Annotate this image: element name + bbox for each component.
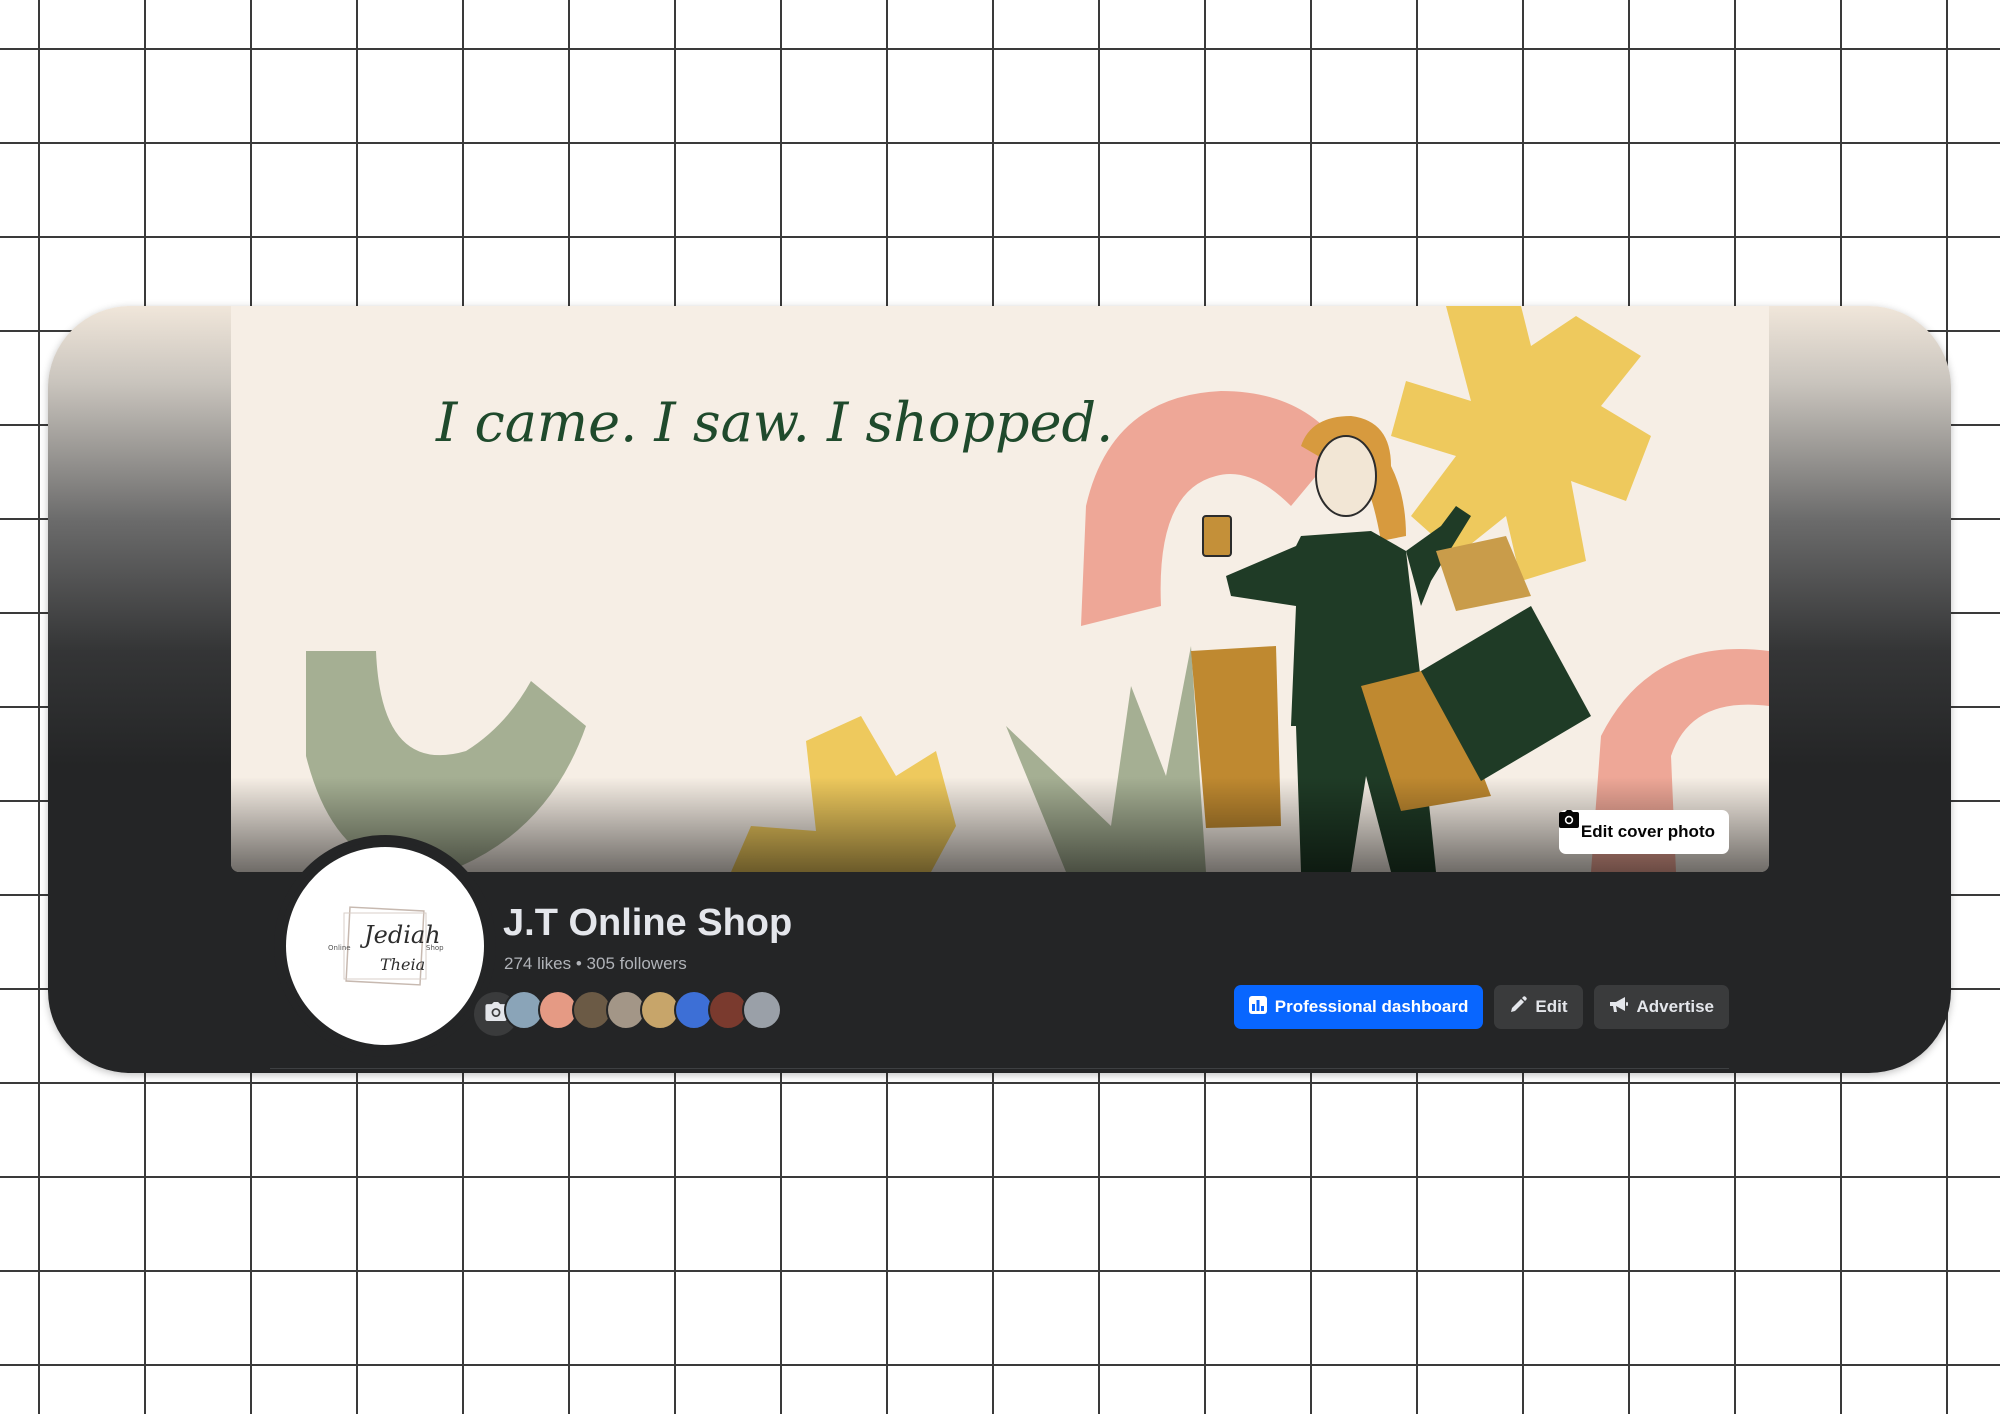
- likes-count[interactable]: 274 likes: [504, 954, 571, 973]
- logo-left-word: Online: [328, 944, 351, 952]
- profile-picture[interactable]: Jediah Theia Online Shop: [286, 847, 484, 1045]
- advertise-label: Advertise: [1636, 997, 1714, 1016]
- page-actions: Professional dashboard Edit Advertise: [1233, 985, 1729, 1029]
- chart-icon: [1248, 995, 1267, 1019]
- edit-label: Edit: [1535, 997, 1568, 1016]
- megaphone-icon: [1609, 996, 1629, 1019]
- edit-cover-photo-button[interactable]: Edit cover photo: [1558, 810, 1729, 854]
- page-stats: 274 likes • 305 followers: [504, 954, 687, 974]
- logo-right-word: Shop: [426, 944, 444, 952]
- pencil-icon: [1509, 995, 1528, 1019]
- professional-dashboard-button[interactable]: Professional dashboard: [1233, 985, 1484, 1029]
- header-divider: [270, 1068, 1729, 1069]
- page-header-card: I came. I saw. I shopped. Edit cover pho…: [48, 306, 1951, 1073]
- logo-script-2: Theia: [380, 955, 425, 974]
- follower-avatar[interactable]: [742, 990, 782, 1030]
- edit-page-button[interactable]: Edit: [1494, 985, 1583, 1029]
- profile-picture-frame: Jediah Theia Online Shop: [274, 835, 496, 1057]
- followers-count[interactable]: 305 followers: [587, 954, 687, 973]
- page-title: J.T Online Shop: [503, 902, 793, 944]
- shop-logo: Jediah Theia Online Shop: [328, 906, 444, 986]
- cover-photo: I came. I saw. I shopped. Edit cover pho…: [231, 306, 1769, 872]
- professional-dashboard-label: Professional dashboard: [1274, 997, 1469, 1016]
- cover-tagline: I came. I saw. I shopped.: [435, 391, 1113, 454]
- stats-separator: •: [575, 954, 582, 973]
- advertise-button[interactable]: Advertise: [1593, 985, 1729, 1029]
- edit-cover-photo-label: Edit cover photo: [1580, 822, 1715, 841]
